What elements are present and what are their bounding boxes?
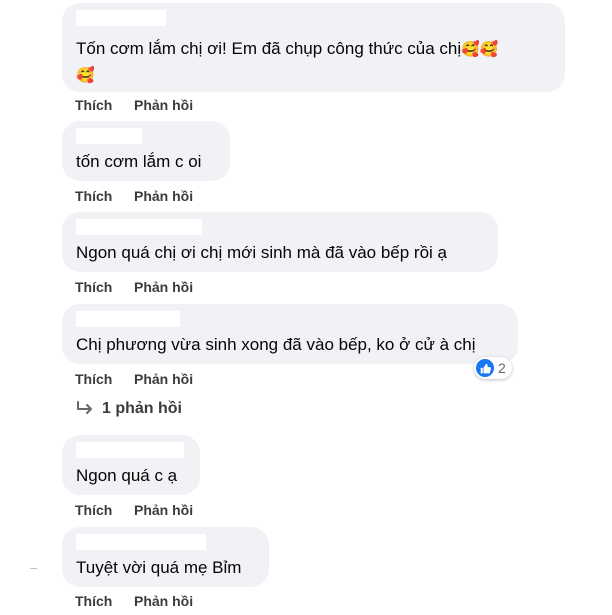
- comment-text: Tuyệt vời quá mẹ Bỉm: [76, 558, 242, 577]
- reply-button[interactable]: Phản hồi: [134, 97, 193, 113]
- comment-bubble: tốn cơm lắm c oi: [62, 121, 230, 181]
- smiling-face-with-hearts-icon: 🥰: [461, 40, 480, 58]
- like-button[interactable]: Thích: [75, 593, 112, 609]
- like-button[interactable]: Thích: [75, 371, 112, 387]
- reply-button[interactable]: Phản hồi: [134, 188, 193, 204]
- comment-bubble: Tốn cơm lắm chị ơi! Em đã chụp công thức…: [62, 3, 565, 92]
- reply-arrow-icon: [77, 401, 92, 414]
- comment-bubble: Tuyệt vời quá mẹ Bỉm: [62, 527, 269, 587]
- comment-text: Ngon quá chị ơi chị mới sinh mà đã vào b…: [76, 243, 447, 262]
- comment-bubble: Ngon quá c ạ: [62, 435, 200, 495]
- comment-text: Ngon quá c ạ: [76, 466, 178, 485]
- comment-bubble: Chị phương vừa sinh xong đã vào bếp, ko …: [62, 304, 518, 364]
- redacted-author-name: [76, 442, 184, 458]
- reaction-count: 2: [498, 360, 506, 376]
- comment-text: Chị phương vừa sinh xong đã vào bếp, ko …: [76, 335, 476, 354]
- like-button[interactable]: Thích: [75, 188, 112, 204]
- like-button[interactable]: Thích: [75, 279, 112, 295]
- like-button[interactable]: Thích: [75, 97, 112, 113]
- replies-count-label: 1 phản hồi: [102, 400, 182, 417]
- reply-button[interactable]: Phản hồi: [134, 371, 193, 387]
- reply-button[interactable]: Phản hồi: [134, 593, 193, 609]
- reply-button[interactable]: Phản hồi: [134, 502, 193, 518]
- divider: [30, 568, 37, 569]
- redacted-author-name: [76, 219, 202, 235]
- smiling-face-with-hearts-icon: 🥰: [76, 66, 95, 84]
- like-button[interactable]: Thích: [75, 502, 112, 518]
- redacted-author-name: [76, 10, 166, 26]
- smiling-face-with-hearts-icon: 🥰: [479, 40, 499, 58]
- reply-button[interactable]: Phản hồi: [134, 279, 193, 295]
- redacted-author-name: [76, 534, 206, 550]
- reaction-summary[interactable]: 2: [474, 357, 512, 379]
- thumbs-up-icon: [476, 359, 494, 377]
- comment-text: tốn cơm lắm c oi: [76, 152, 202, 171]
- comment-text-line2: 🥰: [76, 61, 95, 89]
- comment-text: Tốn cơm lắm chị ơi! Em đã chụp công thức…: [76, 39, 499, 58]
- view-replies-link[interactable]: 1 phản hồi: [76, 400, 182, 418]
- redacted-author-name: [76, 128, 142, 144]
- redacted-author-name: [76, 311, 180, 327]
- comment-bubble: Ngon quá chị ơi chị mới sinh mà đã vào b…: [62, 212, 498, 272]
